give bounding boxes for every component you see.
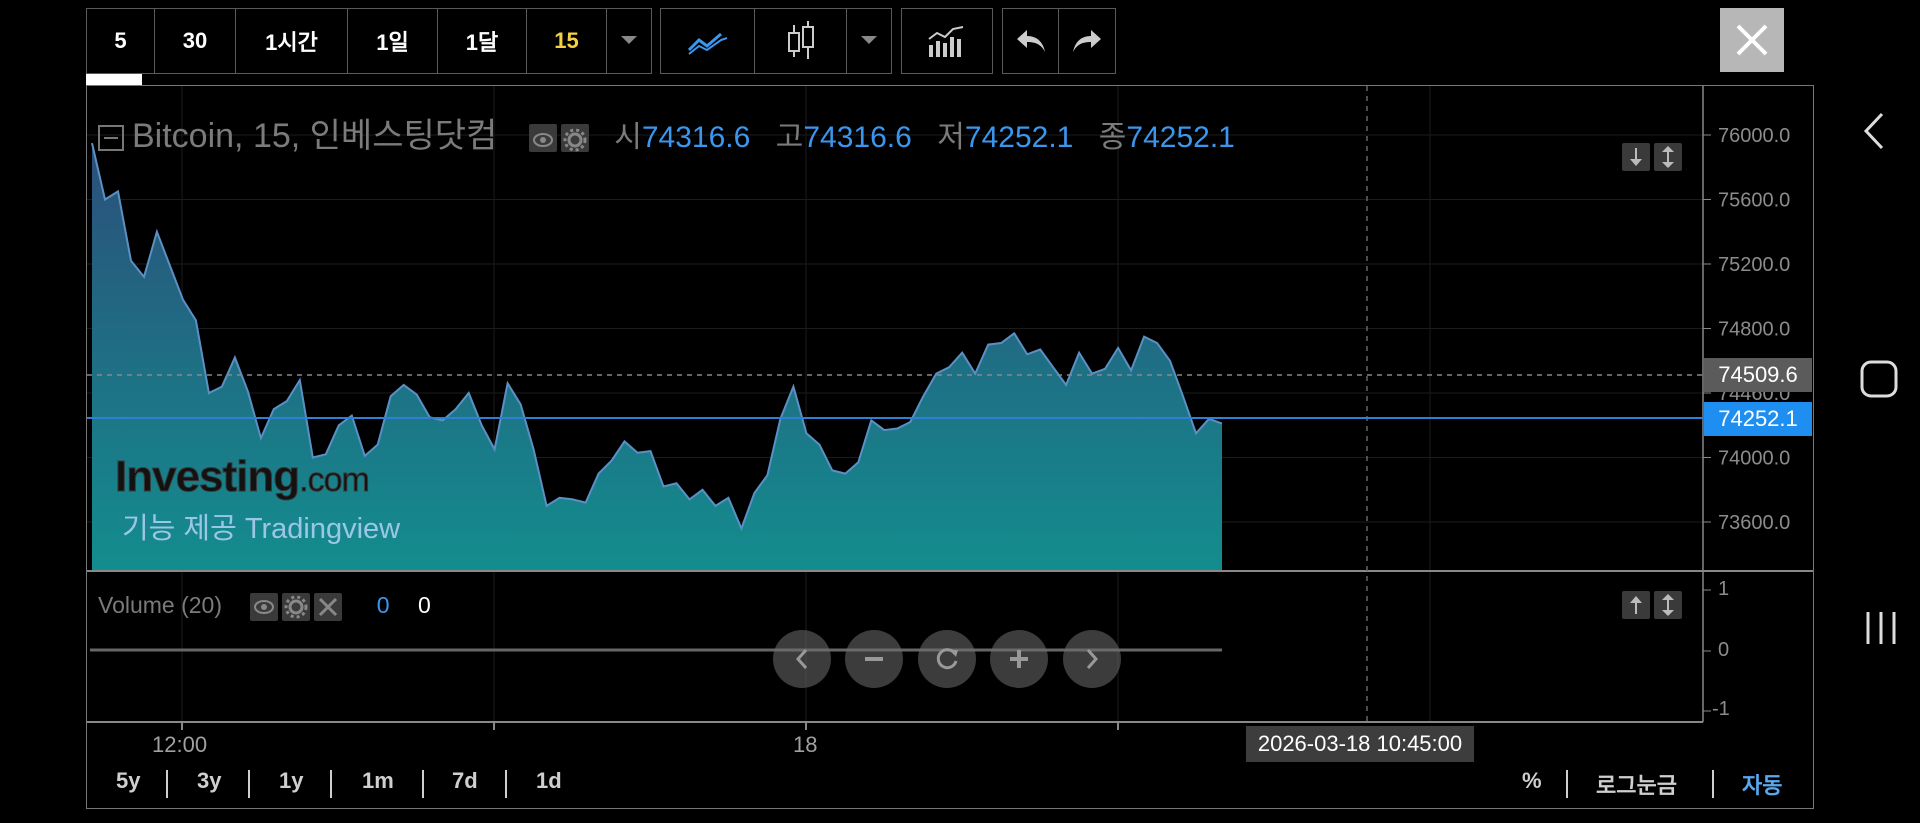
collapse-icon[interactable] bbox=[98, 125, 124, 152]
crosshair-time-label: 2026-03-18 10:45:00 bbox=[1246, 726, 1474, 762]
low-label: 저 bbox=[937, 121, 965, 154]
scroll-left-button[interactable] bbox=[773, 630, 831, 688]
range-1m[interactable]: 1m bbox=[362, 768, 394, 794]
volume-tick-minus1: -1 bbox=[1712, 698, 1730, 720]
gear-icon[interactable] bbox=[282, 592, 311, 621]
close-icon[interactable] bbox=[314, 592, 343, 621]
volume-scale-controls bbox=[1622, 591, 1683, 619]
series-title: Bitcoin, 15, 인베스팅닷컴 bbox=[132, 117, 498, 155]
close-label: 종 bbox=[1098, 121, 1127, 154]
price-tick-label: 75600.0 bbox=[1718, 190, 1790, 212]
crosshair-price-label: 74509.6 bbox=[1704, 358, 1812, 392]
volume-value-1: 0 bbox=[376, 592, 390, 618]
arrow-up-icon[interactable] bbox=[1622, 591, 1650, 619]
zoom-in-button[interactable] bbox=[990, 630, 1048, 688]
close-value: 74252.1 bbox=[1126, 121, 1235, 154]
low-value: 74252.1 bbox=[964, 121, 1074, 154]
range-5y[interactable]: 5y bbox=[116, 768, 140, 794]
zoom-out-button[interactable] bbox=[845, 630, 903, 688]
price-tick-label: 73600.0 bbox=[1718, 512, 1790, 534]
volume-label: Volume (20) bbox=[98, 592, 223, 618]
minus-icon bbox=[865, 657, 883, 661]
price-axis[interactable]: 76000.075600.075200.074800.074460.074000… bbox=[1703, 125, 1790, 534]
range-1d[interactable]: 1d bbox=[536, 768, 562, 794]
scale-controls bbox=[1622, 143, 1683, 171]
log-scale-toggle[interactable]: 로그눈금 bbox=[1596, 768, 1677, 800]
open-value: 74316.6 bbox=[641, 121, 751, 154]
eye-icon[interactable] bbox=[250, 592, 279, 621]
volume-tick-0: 0 bbox=[1718, 639, 1730, 661]
refresh-icon bbox=[936, 648, 958, 670]
volume-value-2: 0 bbox=[417, 592, 431, 618]
time-tick-18: 18 bbox=[793, 732, 818, 757]
high-label: 고 bbox=[775, 121, 804, 154]
investing-brand-suffix: .com bbox=[299, 461, 371, 500]
range-7d[interactable]: 7d bbox=[452, 768, 478, 794]
chart-header: Bitcoin, 15, 인베스팅닷컴 시74316.6 고74316.6 저7… bbox=[98, 108, 1235, 157]
eye-icon[interactable] bbox=[528, 124, 557, 153]
arrow-down-icon[interactable] bbox=[1622, 143, 1650, 171]
range-1y[interactable]: 1y bbox=[279, 768, 303, 794]
range-3y[interactable]: 3y bbox=[197, 768, 221, 794]
price-tick-label: 74800.0 bbox=[1718, 319, 1790, 341]
reset-button[interactable] bbox=[918, 630, 976, 688]
auto-scale-toggle[interactable]: 자동 bbox=[1742, 768, 1782, 800]
volume-header: Volume (20) 0 0 bbox=[98, 592, 431, 621]
expand-vertical-icon[interactable] bbox=[1654, 143, 1683, 171]
expand-vertical-icon[interactable] bbox=[1654, 591, 1683, 619]
tradingview-credit: 기능 제공 Tradingview bbox=[122, 513, 401, 545]
percent-toggle[interactable]: % bbox=[1522, 768, 1542, 794]
scroll-right-button[interactable] bbox=[1063, 630, 1121, 688]
investing-logo: Investing.com bbox=[114, 452, 371, 502]
chevron-left-icon bbox=[795, 649, 808, 669]
price-tick-label: 75200.0 bbox=[1718, 254, 1790, 276]
plus-icon bbox=[1010, 650, 1028, 668]
chart-grid bbox=[87, 86, 1703, 722]
chevron-right-icon bbox=[1086, 649, 1099, 669]
time-tick-1200: 12:00 bbox=[152, 732, 208, 757]
investing-brand: Investing bbox=[114, 452, 300, 502]
current-price-label: 74252.1 bbox=[1704, 402, 1812, 436]
gear-icon[interactable] bbox=[560, 124, 589, 153]
open-label: 시 bbox=[614, 121, 642, 154]
volume-tick-1: 1 bbox=[1718, 578, 1730, 600]
price-tick-label: 74000.0 bbox=[1718, 448, 1790, 470]
high-value: 74316.6 bbox=[803, 121, 912, 154]
price-tick-label: 76000.0 bbox=[1718, 125, 1790, 147]
